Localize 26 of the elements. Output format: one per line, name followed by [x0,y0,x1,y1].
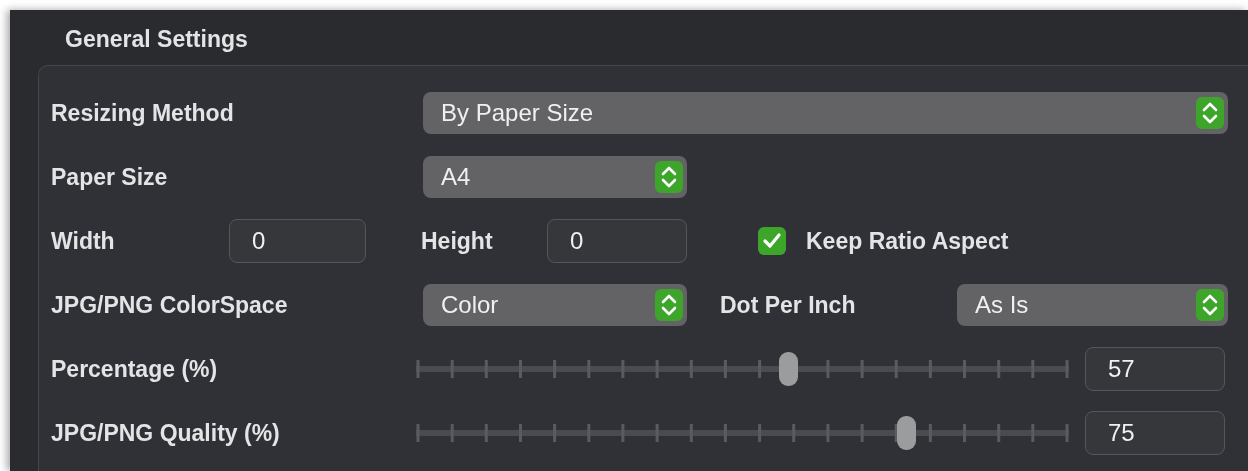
stepper-icon [1196,289,1224,321]
section-title: General Settings [64,25,249,54]
slider-thumb[interactable] [896,416,916,450]
stepper-icon [1196,97,1224,129]
field-label: Percentage (%) [51,354,219,384]
field-label: Height [421,226,494,256]
slider-thumb[interactable] [779,352,799,386]
input-field[interactable]: 0 [229,219,366,263]
input-field[interactable]: 57 [1085,347,1225,391]
checkmark-icon [762,232,782,250]
stepper-icon [655,289,683,321]
field-label: JPG/PNG Quality (%) [51,418,281,448]
dropdown[interactable]: Color [423,284,687,326]
checkbox-label: Keep Ratio Aspect [806,226,1009,256]
dropdown[interactable]: A4 [423,156,687,198]
checkbox[interactable] [758,227,786,255]
field-label: Resizing Method [51,98,235,128]
input-field[interactable]: 0 [547,219,687,263]
field-label: Width [51,226,116,256]
dropdown[interactable]: By Paper Size [423,92,1228,134]
field-label: JPG/PNG ColorSpace [51,290,289,320]
field-label: Dot Per Inch [720,290,857,320]
field-label: Paper Size [51,162,169,192]
input-field[interactable]: 75 [1085,411,1225,455]
stepper-icon [655,161,683,193]
dropdown[interactable]: As Is [957,284,1228,326]
